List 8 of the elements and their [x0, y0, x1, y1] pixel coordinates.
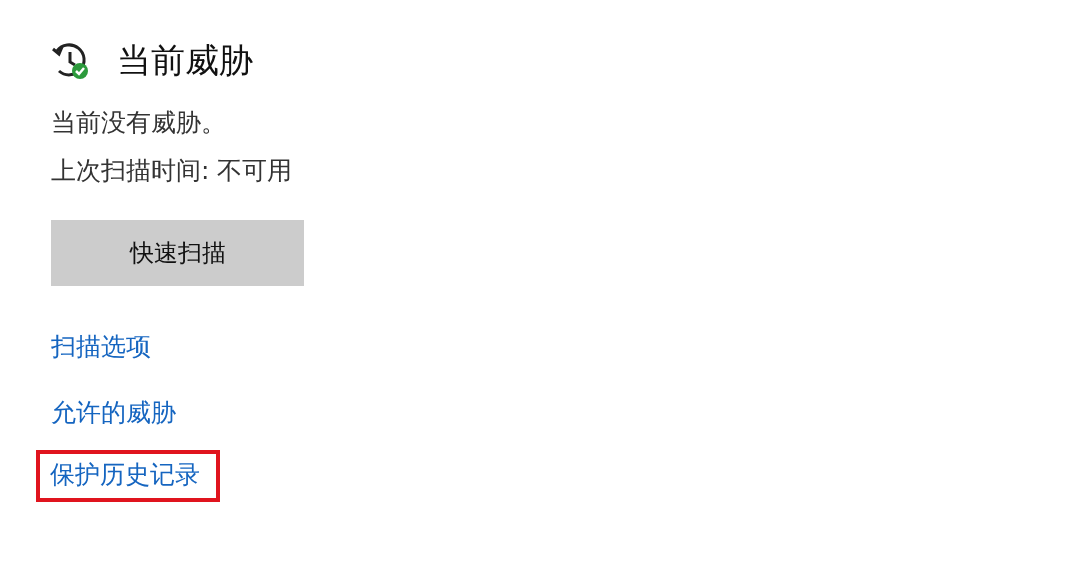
- quick-scan-button[interactable]: 快速扫描: [51, 220, 304, 286]
- status-text: 上次扫描时间: 不可用: [51, 155, 293, 187]
- link[interactable]: 保护历史记录: [50, 460, 200, 490]
- link[interactable]: 允许的威胁: [51, 398, 176, 428]
- link[interactable]: 扫描选项: [51, 332, 151, 362]
- status-text: 当前没有威胁。: [51, 107, 226, 139]
- section-title: 当前威胁: [117, 39, 253, 82]
- clock-check-icon: [51, 41, 91, 81]
